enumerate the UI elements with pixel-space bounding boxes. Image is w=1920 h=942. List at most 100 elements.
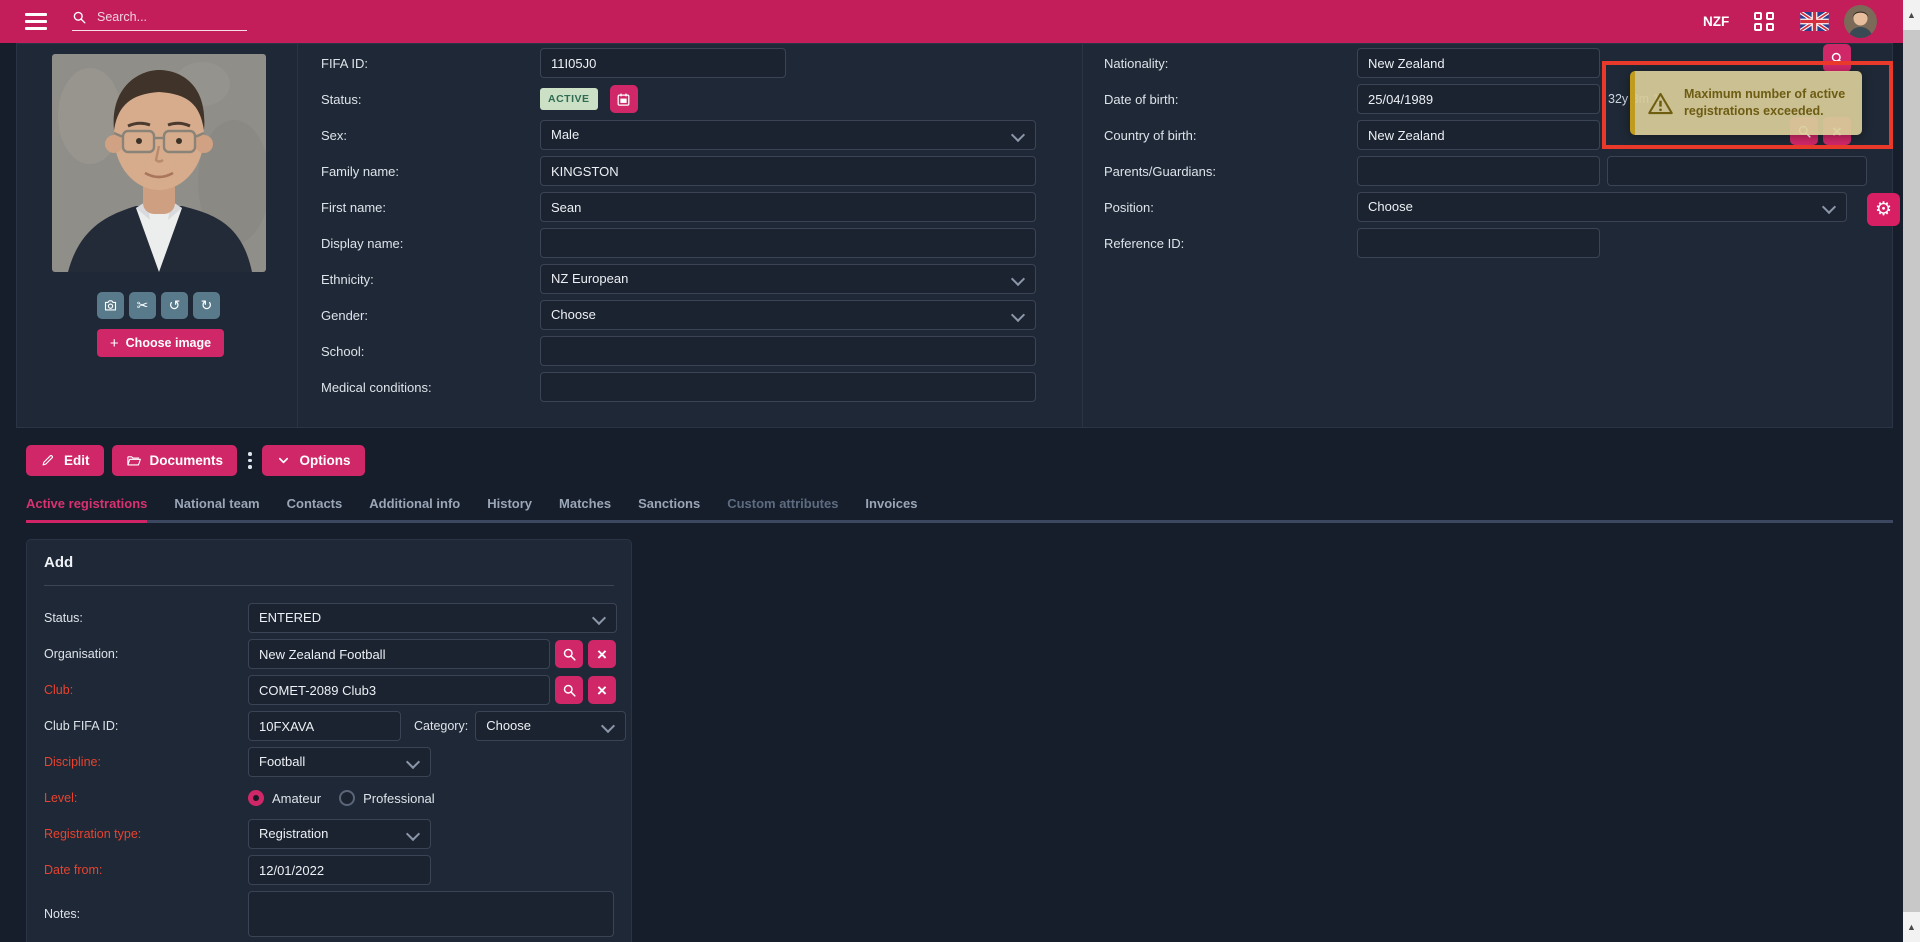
sex-select[interactable]: Male (540, 120, 1036, 150)
chevron-down-icon (1011, 272, 1025, 286)
scroll-down-button[interactable]: ▲ (1903, 912, 1920, 942)
form-row: Sex:Male (297, 120, 1082, 150)
medical-conditions-field[interactable] (540, 372, 1036, 402)
school-field[interactable] (540, 336, 1036, 366)
tab-sanctions[interactable]: Sanctions (638, 496, 700, 520)
gender-select[interactable]: Choose (540, 300, 1036, 330)
nationality-search-button[interactable] (1823, 44, 1851, 72)
more-options-icon[interactable] (248, 452, 252, 469)
org-code[interactable]: NZF (1703, 14, 1729, 29)
date-from-field[interactable] (248, 855, 431, 885)
top-bar: NZF (0, 0, 1920, 43)
parents-guardians-field-2[interactable] (1607, 156, 1867, 186)
pencil-icon (40, 453, 55, 468)
tab-national-team[interactable]: National team (174, 496, 259, 520)
reference-id-field[interactable] (1357, 228, 1600, 258)
camera-button[interactable] (97, 292, 124, 319)
club-field[interactable] (248, 675, 550, 705)
scroll-up-button[interactable]: ▲ (1903, 0, 1920, 30)
tab-bar: Active registrations National team Contact… (26, 496, 1893, 523)
country-of-birth-field[interactable] (1357, 120, 1600, 150)
parents-guardians-field-1[interactable] (1357, 156, 1600, 186)
form-row: Level:AmateurProfessional (44, 783, 614, 813)
tab-additional-info[interactable]: Additional info (369, 496, 460, 520)
selected-value: ENTERED (259, 610, 321, 625)
date-of-birth-field[interactable] (1357, 84, 1600, 114)
registration-type-select[interactable]: Registration (248, 819, 431, 849)
arrow-up-icon: ▲ (1907, 922, 1916, 932)
category-select[interactable]: Choose (475, 711, 626, 741)
notes-textarea[interactable] (248, 891, 614, 937)
form-row: School: (297, 336, 1082, 366)
user-avatar[interactable] (1844, 5, 1877, 38)
tab-active-registrations[interactable]: Active registrations (26, 496, 147, 523)
plus-icon: + (110, 335, 119, 352)
apps-grid-icon[interactable] (1754, 12, 1775, 31)
add-panel-title: Add (44, 554, 614, 572)
discipline-select[interactable]: Football (248, 747, 431, 777)
tab-matches[interactable]: Matches (559, 496, 611, 520)
form-row: Date from: (44, 855, 614, 885)
club-search-button[interactable] (555, 676, 583, 704)
tab-custom-attributes[interactable]: Custom attributes (727, 496, 838, 520)
ethnicity-select[interactable]: NZ European (540, 264, 1036, 294)
crop-button[interactable]: ✂ (129, 292, 156, 319)
chevron-down-icon (1822, 200, 1836, 214)
club-fifa-id-field[interactable] (248, 711, 401, 741)
choose-image-button[interactable]: + Choose image (97, 329, 224, 357)
button-label: Options (300, 453, 351, 468)
organisation-search-button[interactable] (555, 640, 583, 668)
selected-value: Male (551, 127, 579, 142)
nationality-field[interactable] (1357, 48, 1600, 78)
family-name-field[interactable] (540, 156, 1036, 186)
warning-toast[interactable]: Maximum number of active registrations e… (1630, 71, 1862, 135)
amateur-radio[interactable]: Amateur (248, 790, 321, 806)
organisation-field[interactable] (248, 639, 550, 669)
display-name-field[interactable] (540, 228, 1036, 258)
gender-label: Gender: (297, 308, 540, 323)
language-flag-uk-icon[interactable] (1800, 12, 1829, 31)
edit-button[interactable]: Edit (26, 445, 104, 476)
photo-toolbar: ✂ ↺ ↻ (97, 292, 220, 319)
club-clear-button[interactable]: × (588, 676, 616, 704)
position-select[interactable]: Choose (1357, 192, 1847, 222)
form-row: First name: (297, 192, 1082, 222)
add-form-fields: Status:ENTEREDOrganisation:×Club:×Club F… (44, 603, 614, 937)
player-profile-page: NZF (0, 0, 1920, 942)
chevron-down-icon (406, 755, 420, 769)
calendar-button[interactable] (610, 85, 638, 113)
status-select[interactable]: ENTERED (248, 603, 617, 633)
global-search (72, 9, 247, 31)
photo-section: ✂ ↺ ↻ + Choose image (17, 44, 298, 427)
first-name-label: First name: (297, 200, 540, 215)
add-registration-panel: Add Status:ENTEREDOrganisation:×Club:×Cl… (26, 539, 632, 942)
scissors-icon: ✂ (137, 297, 149, 314)
documents-button[interactable]: Documents (112, 445, 238, 476)
page-scrollbar[interactable]: ▲ ▲ (1903, 0, 1920, 942)
player-photo (52, 54, 266, 272)
undo-icon: ↺ (169, 297, 181, 314)
organisation-clear-button[interactable]: × (588, 640, 616, 668)
hamburger-menu-icon[interactable] (25, 13, 47, 30)
settings-gear-button[interactable]: ⚙ (1867, 193, 1900, 226)
form-row: Organisation:× (44, 639, 614, 669)
rotate-right-button[interactable]: ↻ (193, 292, 220, 319)
chevron-down-icon (1011, 128, 1025, 142)
redo-icon: ↻ (201, 297, 213, 314)
tab-history[interactable]: History (487, 496, 532, 520)
options-button[interactable]: Options (262, 445, 365, 476)
form-row: Gender:Choose (297, 300, 1082, 330)
fifa-id-field[interactable] (540, 48, 786, 78)
action-button-row: Edit Documents Options (26, 445, 373, 476)
search-input[interactable] (95, 9, 239, 25)
medical-conditions-label: Medical conditions: (297, 380, 540, 395)
tab-invoices[interactable]: Invoices (865, 496, 917, 520)
professional-radio[interactable]: Professional (339, 790, 435, 806)
rotate-left-button[interactable]: ↺ (161, 292, 188, 319)
tab-contacts[interactable]: Contacts (287, 496, 343, 520)
form-row: Parents/Guardians: (1083, 156, 1894, 186)
chevron-down-icon (601, 719, 615, 733)
first-name-field[interactable] (540, 192, 1036, 222)
registration-type-label: Registration type: (44, 827, 248, 841)
chevron-down-icon (592, 611, 606, 625)
